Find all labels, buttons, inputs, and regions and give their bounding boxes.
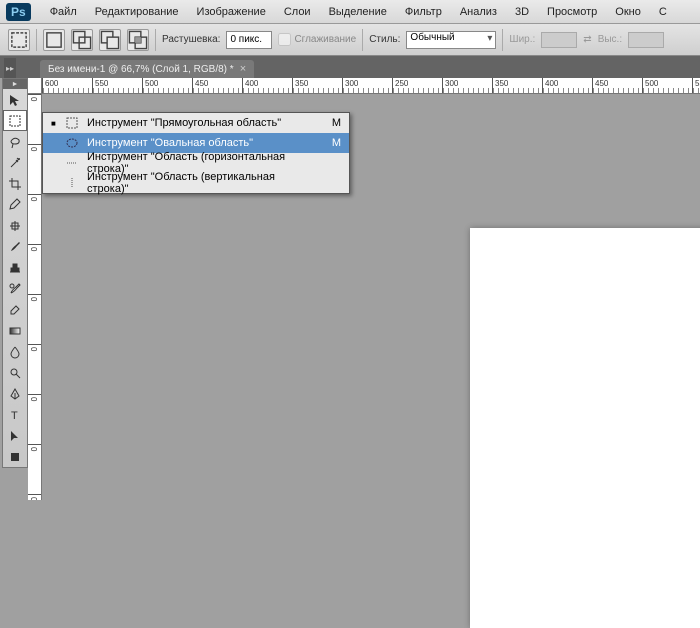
history-brush-tool[interactable]: [3, 278, 27, 299]
separator: [155, 29, 156, 51]
document-tabbar: ▸▸ Без имени-1 @ 66,7% (Слой 1, RGB/8) *…: [0, 56, 700, 78]
toolbox-handle[interactable]: ►: [3, 79, 27, 89]
height-label: Выс.:: [598, 34, 622, 45]
flyout-item-elliptical[interactable]: Инструмент "Овальная область" M: [43, 133, 349, 153]
ruler-origin[interactable]: [28, 78, 42, 94]
expand-panels-icon[interactable]: ▸▸: [4, 58, 16, 78]
separator: [502, 29, 503, 51]
selection-subtract-icon[interactable]: [99, 29, 121, 51]
menu-edit[interactable]: Редактирование: [95, 6, 179, 18]
workspace: 000000000 ► T ■ Инструмент "Прямоугольна…: [0, 78, 700, 500]
feather-label: Растушевка:: [162, 34, 220, 45]
svg-text:T: T: [11, 410, 18, 422]
menu-filter[interactable]: Фильтр: [405, 6, 442, 18]
ruler-horizontal[interactable]: [42, 78, 700, 94]
pen-tool[interactable]: [3, 383, 27, 404]
menu-file[interactable]: Файл: [50, 6, 77, 18]
eraser-tool[interactable]: [3, 299, 27, 320]
menu-3d[interactable]: 3D: [515, 6, 529, 18]
lasso-tool[interactable]: [3, 131, 27, 152]
menu-layers[interactable]: Слои: [284, 6, 311, 18]
shape-tool[interactable]: [3, 446, 27, 467]
eyedropper-tool[interactable]: [3, 194, 27, 215]
marquee-tool[interactable]: [3, 110, 27, 131]
swap-dims-icon: ⇄: [583, 34, 591, 45]
healing-tool[interactable]: [3, 215, 27, 236]
menu-analysis[interactable]: Анализ: [460, 6, 497, 18]
dodge-tool[interactable]: [3, 362, 27, 383]
single-column-marquee-icon: [65, 177, 79, 189]
elliptical-marquee-icon: [65, 137, 79, 149]
blur-tool[interactable]: [3, 341, 27, 362]
gradient-tool[interactable]: [3, 320, 27, 341]
flyout-item-single-row[interactable]: Инструмент "Область (горизонтальная стро…: [43, 153, 349, 173]
flyout-item-single-column[interactable]: Инструмент "Область (вертикальная строка…: [43, 173, 349, 193]
crop-tool[interactable]: [3, 173, 27, 194]
width-input: [541, 32, 577, 48]
flyout-label: Инструмент "Прямоугольная область": [87, 117, 317, 129]
style-label: Стиль:: [369, 34, 400, 45]
menu-window[interactable]: Окно: [615, 6, 641, 18]
path-select-tool[interactable]: [3, 425, 27, 446]
flyout-label: Инструмент "Овальная область": [87, 137, 317, 149]
app-logo: Ps: [6, 3, 31, 21]
selection-new-icon[interactable]: [43, 29, 65, 51]
type-tool[interactable]: T: [3, 404, 27, 425]
tool-preset-icon[interactable]: [8, 29, 30, 51]
ruler-vertical[interactable]: 000000000: [28, 94, 42, 500]
marquee-flyout: ■ Инструмент "Прямоугольная область" M И…: [42, 112, 350, 194]
stamp-tool[interactable]: [3, 257, 27, 278]
flyout-item-rectangular[interactable]: ■ Инструмент "Прямоугольная область" M: [43, 113, 349, 133]
menu-help[interactable]: С: [659, 6, 667, 18]
close-tab-icon[interactable]: ×: [240, 63, 246, 75]
style-select[interactable]: Обычный: [406, 31, 496, 49]
height-input: [628, 32, 664, 48]
rectangular-marquee-icon: [65, 117, 79, 129]
current-marker: ■: [51, 119, 57, 128]
menubar: Ps Файл Редактирование Изображение Слои …: [0, 0, 700, 24]
canvas[interactable]: [470, 228, 700, 628]
flyout-shortcut: M: [325, 117, 341, 129]
move-tool[interactable]: [3, 89, 27, 110]
separator: [362, 29, 363, 51]
options-bar: Растушевка: Сглаживание Стиль: Обычный Ш…: [0, 24, 700, 56]
separator: [36, 29, 37, 51]
width-label: Шир.:: [509, 34, 535, 45]
menu-view[interactable]: Просмотр: [547, 6, 597, 18]
document-tab[interactable]: Без имени-1 @ 66,7% (Слой 1, RGB/8) * ×: [40, 60, 254, 78]
flyout-label: Инструмент "Область (вертикальная строка…: [87, 171, 317, 195]
menu-image[interactable]: Изображение: [197, 6, 266, 18]
selection-intersect-icon[interactable]: [127, 29, 149, 51]
antialias-checkbox: Сглаживание: [278, 33, 356, 46]
wand-tool[interactable]: [3, 152, 27, 173]
menu-select[interactable]: Выделение: [329, 6, 387, 18]
feather-input[interactable]: [226, 31, 272, 49]
toolbox: ► T: [2, 78, 28, 468]
selection-add-icon[interactable]: [71, 29, 93, 51]
brush-tool[interactable]: [3, 236, 27, 257]
flyout-shortcut: M: [325, 137, 341, 149]
document-title: Без имени-1 @ 66,7% (Слой 1, RGB/8) *: [48, 64, 234, 75]
single-row-marquee-icon: [65, 157, 79, 169]
